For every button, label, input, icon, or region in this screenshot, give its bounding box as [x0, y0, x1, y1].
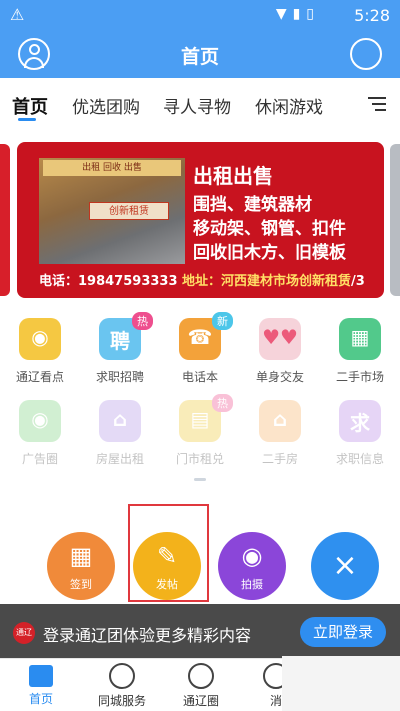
status-icons: ▼▮▯ — [275, 6, 320, 22]
banner-photo: 出租 回收 出售 创新租赁 — [39, 158, 185, 264]
banner-line-2: 移动架、钢管、扣件 — [193, 219, 346, 239]
promo-banner[interactable]: 出租 回收 出售 创新租赁 出租出售 围挡、建筑器材 移动架、钢管、扣件 回收旧… — [17, 142, 384, 298]
grid-item-job-seek[interactable]: 求 求职信息 — [320, 400, 400, 467]
nav-circle[interactable]: 通辽圈 — [180, 663, 222, 709]
banner-line-3: 回收旧木方、旧模板 — [193, 243, 346, 263]
grid-item-phonebook[interactable]: ☎ 新 电话本 — [160, 312, 240, 385]
banner-photo-sign-2: 创新租赁 — [89, 202, 169, 220]
nav-circle-label: 通辽圈 — [182, 694, 219, 708]
app-bar: 首页 — [0, 30, 400, 78]
grid-item-news[interactable]: ◉ 通辽看点 — [0, 318, 80, 385]
warning-icon: ⚠ — [10, 5, 25, 24]
hearts-icon: ♥♥ — [259, 318, 301, 360]
grid-item-dating[interactable]: ♥♥ 单身交友 — [240, 318, 320, 385]
seek-icon: 求 — [339, 400, 381, 442]
grid-item-rent-house[interactable]: ⌂ 房屋出租 — [80, 400, 160, 467]
tab-games[interactable]: 休闲游戏 — [255, 93, 323, 118]
phone-icon: ☎ 新 — [179, 312, 233, 360]
grid-item-label: 单身交友 — [255, 370, 304, 384]
broadcast-icon: ◉ — [19, 318, 61, 360]
grid-item-label: 门市租兑 — [175, 452, 224, 466]
grid-item-label: 求职信息 — [335, 452, 384, 466]
nav-city-service[interactable]: 同城服务 — [94, 663, 150, 709]
hot-badge: 热 — [132, 312, 153, 330]
grid-item-label: 二手市场 — [335, 370, 384, 384]
nav-messages-label: 消 — [269, 694, 282, 708]
banner-prev-peek[interactable] — [0, 144, 10, 296]
nav-city-service-label: 同城服务 — [97, 694, 146, 708]
grid-item-label: 求职招聘 — [95, 370, 144, 384]
ads-icon: ◉ — [19, 400, 61, 442]
grid-item-shop-rent[interactable]: ▤ 热 门市租兑 — [160, 394, 240, 467]
status-time: 5:28 — [354, 6, 390, 25]
tab-active-indicator — [18, 118, 36, 121]
storefront-icon: ▤ 热 — [179, 394, 233, 442]
grid-item-label: 电话本 — [181, 370, 218, 384]
banner-address: 地址：河西建材市场创新租赁 — [182, 274, 352, 289]
search-icon[interactable] — [350, 38, 382, 70]
house-icon: ⌂ — [99, 400, 141, 442]
page-title: 首页 — [180, 46, 219, 68]
jobs-icon: 聘 热 — [99, 312, 153, 360]
checkin-label: 签到 — [70, 578, 92, 591]
calendar-icon: ▦ — [69, 542, 93, 570]
banner-photo-sign: 出租 回收 出售 — [43, 160, 181, 176]
banner-phone: 电话：19847593333 — [39, 274, 178, 289]
banner-headline: 出租出售 — [193, 164, 273, 188]
grid-item-used-house[interactable]: ⌂ 二手房 — [240, 400, 320, 467]
status-bar: ⚠ ▼▮▯ 5:28 — [0, 0, 400, 30]
grid-item-secondhand[interactable]: ▦ 二手市场 — [320, 318, 400, 385]
banner-footer: 电话：19847593333 地址：河西建材市场创新租赁/3 — [39, 270, 365, 289]
banner-line-1: 围挡、建筑器材 — [193, 195, 312, 215]
nav-home[interactable]: 首页 — [24, 663, 58, 707]
nav-home-label: 首页 — [28, 692, 53, 706]
grid-item-label: 通辽看点 — [15, 370, 64, 384]
login-prompt-text: 登录通辽团体验更多精彩内容 — [43, 626, 252, 645]
login-prompt-bar: 通辽 登录通辽团体验更多精彩内容 立即登录 — [0, 604, 400, 658]
home-icon: ⌂ — [259, 400, 301, 442]
app-logo: 通辽 — [13, 622, 35, 644]
checkin-button[interactable]: ▦ 签到 — [47, 532, 115, 600]
login-button[interactable]: 立即登录 — [300, 617, 386, 647]
hot-badge: 热 — [212, 394, 233, 412]
category-tabs: 首页 优选团购 寻人寻物 休闲游戏 — [0, 80, 400, 128]
home-icon — [29, 665, 53, 687]
grid-item-label: 房屋出租 — [95, 452, 144, 466]
camera-icon: ◉ — [241, 542, 263, 570]
close-icon: × — [332, 548, 358, 583]
tab-group-buy[interactable]: 优选团购 — [72, 93, 140, 118]
grid-page-indicator — [194, 478, 206, 481]
circle-icon — [188, 663, 214, 689]
grid-item-label: 二手房 — [261, 452, 298, 466]
shoot-button[interactable]: ◉ 拍摄 — [218, 532, 286, 600]
highlight-box — [128, 504, 209, 602]
grid-item-label: 广告圈 — [21, 452, 58, 466]
shoot-label: 拍摄 — [241, 578, 263, 591]
menu-icon[interactable] — [368, 97, 386, 111]
grid-icon — [109, 663, 135, 689]
tab-home[interactable]: 首页 — [12, 93, 48, 119]
grid-item-ads[interactable]: ◉ 广告圈 — [0, 400, 80, 467]
banner-next-peek[interactable] — [390, 144, 400, 296]
close-menu-button[interactable]: × — [311, 532, 379, 600]
grid-item-jobs[interactable]: 聘 热 求职招聘 — [80, 312, 160, 385]
new-badge: 新 — [212, 312, 233, 330]
tab-lost-found[interactable]: 寻人寻物 — [163, 93, 231, 118]
overlay-corner — [282, 656, 400, 711]
shop-icon: ▦ — [339, 318, 381, 360]
banner-page-indicator: /3 — [351, 274, 365, 289]
